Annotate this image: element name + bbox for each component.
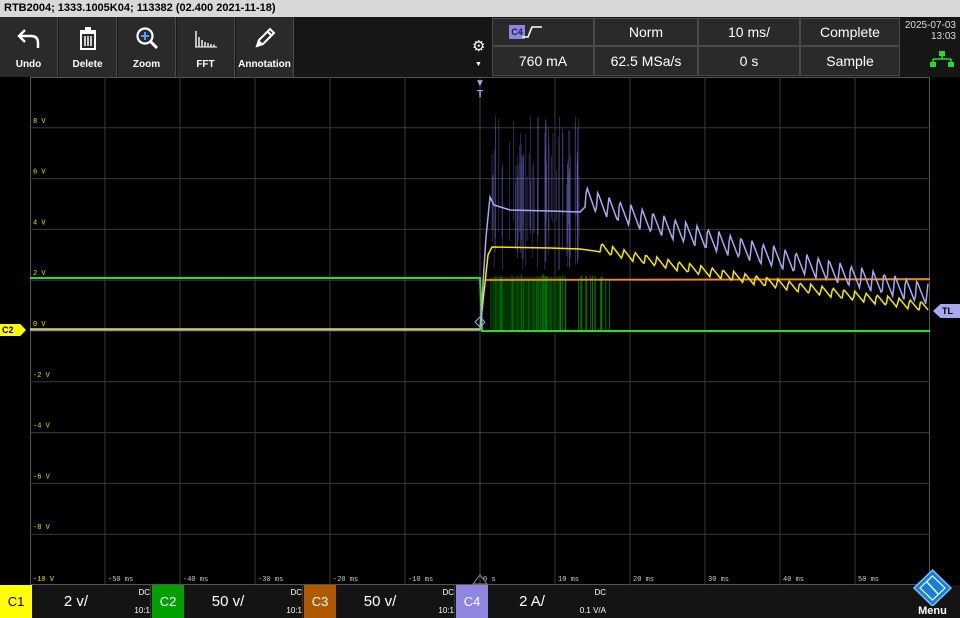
x-tick-label: 30 ms [708, 576, 729, 584]
menu-button[interactable]: Menu [905, 568, 960, 618]
trigger-level[interactable]: 760 mA [492, 46, 594, 76]
channel-c3-id: C3 [304, 585, 336, 618]
channel-c2[interactable]: C2 50 v/ DC 10:1 [152, 585, 303, 618]
waveform-display[interactable]: 8 V6 V4 V2 V0 V-2 V-4 V-6 V-8 V-10 V -50… [30, 77, 930, 585]
y-axis-labels: 8 V6 V4 V2 V0 V-2 V-4 V-6 V-8 V-10 V [33, 118, 55, 584]
channel-c3[interactable]: C3 50 v/ DC 10:1 [304, 585, 455, 618]
x-axis-labels: -50 ms -40 ms -30 ms -20 ms -10 ms 0 s 10 ms 20… [108, 576, 879, 584]
acquisition-mode[interactable]: Sample [800, 46, 900, 76]
settings-button[interactable]: ⚙ ▼ [468, 17, 490, 77]
zoom-icon [134, 25, 160, 51]
y-tick-label: 4 V [33, 219, 46, 227]
time-scale[interactable]: 10 ms/ [698, 18, 800, 46]
date-text: 2025-07-03 [900, 20, 956, 31]
channel-c1-coupling: DC [120, 588, 150, 597]
undo-icon [16, 25, 42, 51]
fft-label: FFT [177, 59, 234, 70]
channel-c4[interactable]: C4 2 A/ DC 0.1 V/A [456, 585, 607, 618]
x-tick-label: 50 ms [858, 576, 879, 584]
channel-c1-atten: 10:1 [120, 606, 150, 615]
x-tick-label: -50 ms [108, 576, 133, 584]
annotation-button[interactable]: Annotation [236, 17, 294, 77]
x-tick-label: 10 ms [558, 576, 579, 584]
y-tick-label: -8 V [33, 524, 51, 532]
c2-offset-marker[interactable]: C2 [0, 324, 26, 336]
time-text: 13:03 [900, 31, 956, 42]
channel-c4-id: C4 [456, 585, 488, 618]
acquisition-state[interactable]: Complete [800, 18, 900, 46]
pencil-icon [252, 25, 278, 51]
channel-c3-atten: 10:1 [424, 606, 454, 615]
clock: 2025-07-03 13:03 [900, 20, 960, 42]
x-tick-label: 40 ms [783, 576, 804, 584]
gear-icon: ⚙ [472, 37, 485, 55]
delete-button[interactable]: Delete [59, 17, 117, 77]
channel-c2-scale: 50 v/ [184, 585, 272, 618]
network-icon[interactable] [930, 51, 954, 67]
horizontal-position[interactable]: 0 s [698, 46, 800, 76]
y-tick-label: -10 V [33, 576, 55, 584]
sample-rate[interactable]: 62.5 MSa/s [594, 46, 698, 76]
channel-c1-id: C1 [0, 585, 32, 618]
y-tick-label: -6 V [33, 473, 51, 481]
y-tick-label: 0 V [33, 321, 46, 329]
trigger-mode[interactable]: Norm [594, 18, 698, 46]
x-tick-label: 20 ms [633, 576, 654, 584]
x-tick-label: -30 ms [258, 576, 283, 584]
undo-button[interactable]: Undo [0, 17, 58, 77]
y-tick-label: -2 V [33, 372, 51, 380]
y-tick-label: 8 V [33, 118, 46, 126]
channel-c2-id: C2 [152, 585, 184, 618]
x-tick-label: -10 ms [408, 576, 433, 584]
x-tick-label: 0 s [483, 576, 496, 584]
channel-c1-scale: 2 v/ [32, 585, 120, 618]
trigger-source-cell[interactable]: C4 [492, 18, 594, 46]
window-title: RTB2004; 1333.1005K04; 113382 (02.400 20… [0, 0, 960, 17]
y-tick-label: -4 V [33, 423, 51, 431]
fft-button[interactable]: FFT [177, 17, 235, 77]
zoom-label: Zoom [118, 59, 175, 70]
channel-bar: C1 2 v/ DC 10:1 C2 50 v/ DC 10:1 C3 50 v… [0, 585, 960, 618]
fft-icon [193, 25, 219, 51]
trigger-position-marker[interactable]: ▼ T [474, 78, 486, 100]
channel-c1[interactable]: C1 2 v/ DC 10:1 [0, 585, 151, 618]
channel-c3-scale: 50 v/ [336, 585, 424, 618]
trash-icon [75, 25, 101, 51]
channel-c2-atten: 10:1 [272, 606, 302, 615]
x-tick-label: -40 ms [183, 576, 208, 584]
annotation-label: Annotation [236, 59, 293, 70]
trigger-arrow-icon: ▼ [474, 78, 486, 89]
trigger-position-label: T [474, 89, 486, 100]
c1-trace [30, 244, 928, 329]
zoom-button[interactable]: Zoom [118, 17, 176, 77]
channel-c4-scale: 2 A/ [488, 585, 576, 618]
c4-trace [30, 188, 928, 330]
channel-c3-coupling: DC [424, 588, 454, 597]
channel-c4-atten: 0.1 V/A [576, 606, 606, 615]
channel-c2-coupling: DC [272, 588, 302, 597]
undo-label: Undo [0, 59, 57, 70]
y-tick-label: 6 V [33, 169, 46, 177]
channel-c4-coupling: DC [576, 588, 606, 597]
x-tick-label: -20 ms [333, 576, 358, 584]
chevron-down-icon: ▼ [475, 61, 482, 68]
c2-burst-block [490, 277, 560, 329]
menu-label: Menu [905, 605, 960, 617]
delete-label: Delete [59, 59, 116, 70]
trigger-level-marker[interactable]: TL [933, 304, 960, 318]
c3-trace [485, 279, 930, 280]
brand-logo-icon [905, 568, 960, 606]
